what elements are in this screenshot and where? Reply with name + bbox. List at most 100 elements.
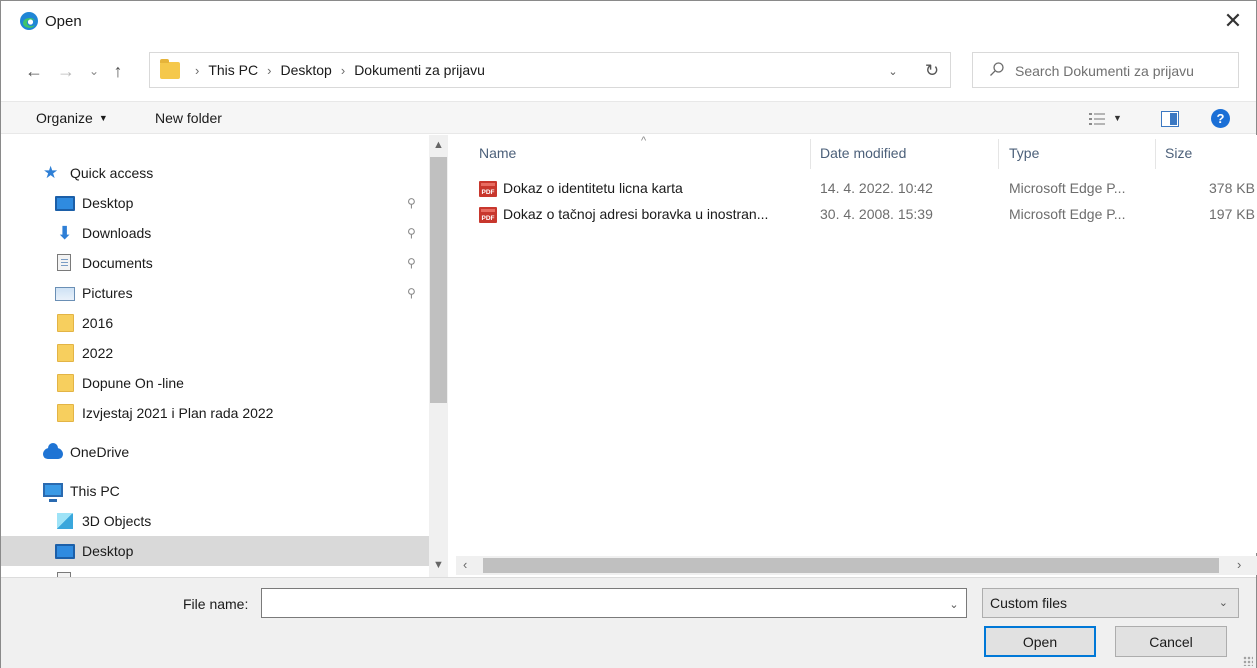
sidebar-item-label: This PC bbox=[70, 483, 120, 499]
folder-icon bbox=[160, 59, 180, 79]
file-row[interactable]: PDF Dokaz o identitetu licna karta 14. 4… bbox=[476, 176, 1257, 200]
breadcrumb-separator[interactable]: › bbox=[195, 63, 199, 78]
sidebar-item-quick-access[interactable]: ★ Quick access bbox=[1, 158, 429, 188]
column-header-date-modified[interactable]: Date modified bbox=[820, 145, 906, 161]
open-button[interactable]: Open bbox=[984, 626, 1096, 657]
svg-text:PDF: PDF bbox=[482, 215, 495, 222]
file-list-horizontal-scrollbar[interactable]: ‹ › bbox=[456, 556, 1257, 575]
cancel-button[interactable]: Cancel bbox=[1115, 626, 1227, 657]
computer-icon bbox=[43, 483, 63, 502]
preview-pane-button[interactable] bbox=[1161, 111, 1179, 127]
breadcrumb-this-pc[interactable]: This PC bbox=[208, 62, 258, 78]
pin-icon[interactable]: ⚲ bbox=[407, 256, 416, 270]
organize-label: Organize bbox=[36, 110, 93, 126]
sidebar-item-label: Quick access bbox=[70, 165, 154, 181]
close-icon: ✕ bbox=[1223, 8, 1243, 33]
scroll-up-arrow-icon[interactable]: ▲ bbox=[433, 139, 444, 151]
file-name: Dokaz o identitetu licna karta bbox=[503, 180, 683, 196]
close-button[interactable]: ✕ bbox=[1210, 1, 1256, 41]
search-input[interactable] bbox=[1015, 60, 1235, 82]
file-row[interactable]: PDF Dokaz o tačnoj adresi boravka u inos… bbox=[476, 202, 1257, 226]
address-bar[interactable]: › This PC › Desktop › Dokumenti za prija… bbox=[149, 52, 951, 88]
edge-app-icon bbox=[20, 12, 38, 30]
sidebar-item-desktop[interactable]: Desktop ⚲ bbox=[1, 188, 429, 218]
pin-icon[interactable]: ⚲ bbox=[407, 196, 416, 210]
svg-text:PDF: PDF bbox=[482, 189, 495, 196]
star-icon: ★ bbox=[43, 163, 59, 182]
sidebar-item-label: Izvjestaj 2021 i Plan rada 2022 bbox=[82, 405, 274, 421]
file-date-modified: 14. 4. 2022. 10:42 bbox=[820, 180, 933, 196]
scroll-right-arrow-icon[interactable]: › bbox=[1237, 557, 1241, 572]
sidebar-item-label: Desktop bbox=[82, 195, 134, 211]
sidebar-item-label: Pictures bbox=[82, 285, 133, 301]
file-name-label: File name: bbox=[183, 596, 249, 612]
download-icon: ⬇ bbox=[57, 223, 73, 243]
sidebar-item-pictures[interactable]: Pictures ⚲ bbox=[1, 278, 429, 308]
back-arrow-icon: ← bbox=[25, 60, 43, 81]
search-box[interactable] bbox=[972, 52, 1239, 88]
file-type-select[interactable]: Custom files ⌄ bbox=[982, 588, 1239, 618]
caret-down-icon: ▼ bbox=[1113, 113, 1122, 123]
forward-button[interactable]: → bbox=[53, 59, 79, 83]
pictures-icon bbox=[55, 287, 75, 301]
scroll-left-arrow-icon[interactable]: ‹ bbox=[463, 557, 467, 572]
refresh-icon: ↻ bbox=[924, 61, 940, 80]
file-name-dropdown-button[interactable]: ⌄ bbox=[945, 595, 963, 613]
breadcrumb-current-folder[interactable]: Dokumenti za prijavu bbox=[354, 62, 485, 78]
sidebar-item-documents[interactable]: Documents ⚲ bbox=[1, 248, 429, 278]
recent-locations-button[interactable]: ⌄ bbox=[85, 59, 103, 83]
pdf-file-icon: PDF bbox=[479, 181, 497, 197]
sidebar-item-3d-objects[interactable]: 3D Objects bbox=[1, 506, 429, 536]
desktop-icon bbox=[55, 196, 75, 211]
folder-icon bbox=[57, 314, 74, 332]
sidebar-item-label: 2016 bbox=[82, 315, 114, 331]
sidebar-item-label: 2022 bbox=[82, 345, 114, 361]
sidebar-item-2022[interactable]: 2022 bbox=[1, 338, 429, 368]
breadcrumb-desktop[interactable]: Desktop bbox=[280, 62, 331, 78]
pin-icon[interactable]: ⚲ bbox=[407, 226, 416, 240]
navigation-pane-scrollbar[interactable]: ▲ ▼ bbox=[429, 135, 448, 579]
sidebar-item-label: Downloads bbox=[82, 225, 152, 241]
file-date-modified: 30. 4. 2008. 15:39 bbox=[820, 206, 933, 222]
file-type: Microsoft Edge P... bbox=[1009, 180, 1126, 196]
file-name-input[interactable] bbox=[266, 593, 936, 613]
file-name-combobox[interactable]: ⌄ bbox=[261, 588, 967, 618]
up-button[interactable]: ↑ bbox=[105, 59, 131, 83]
navigation-pane: ★ Quick access Desktop ⚲ ⬇ Downloads ⚲ D… bbox=[1, 135, 448, 579]
column-header-size[interactable]: Size bbox=[1165, 145, 1192, 161]
chevron-down-icon: ⌄ bbox=[1218, 597, 1228, 609]
sidebar-item-dopune-on-line[interactable]: Dopune On -line bbox=[1, 368, 429, 398]
column-header-name[interactable]: Name bbox=[479, 145, 516, 161]
desktop-icon bbox=[55, 544, 75, 559]
sidebar-item-this-pc[interactable]: This PC bbox=[1, 476, 429, 506]
caret-down-icon: ▼ bbox=[98, 113, 108, 123]
breadcrumb-separator[interactable]: › bbox=[267, 63, 271, 78]
column-header-type[interactable]: Type bbox=[1009, 145, 1039, 161]
column-divider[interactable] bbox=[810, 139, 811, 169]
scroll-down-arrow-icon[interactable]: ▼ bbox=[433, 559, 444, 571]
back-button[interactable]: ← bbox=[21, 59, 47, 83]
scrollbar-thumb[interactable] bbox=[483, 558, 1219, 573]
pin-icon[interactable]: ⚲ bbox=[407, 286, 416, 300]
column-divider[interactable] bbox=[1155, 139, 1156, 169]
breadcrumb-separator[interactable]: › bbox=[341, 63, 345, 78]
sidebar-item-label: Dopune On -line bbox=[82, 375, 184, 391]
resize-grip-icon[interactable] bbox=[1243, 656, 1253, 666]
sidebar-item-onedrive[interactable]: OneDrive bbox=[1, 437, 429, 467]
new-folder-button[interactable]: New folder bbox=[155, 110, 222, 126]
window-title: Open bbox=[45, 13, 82, 30]
dialog-footer: File name: ⌄ Custom files ⌄ Open Cancel bbox=[1, 577, 1256, 668]
sidebar-item-desktop-selected[interactable]: Desktop bbox=[1, 536, 429, 566]
organize-menu-button[interactable]: Organize ▼ bbox=[36, 110, 108, 126]
change-view-button[interactable]: ▼ bbox=[1089, 110, 1129, 128]
refresh-button[interactable]: ↻ bbox=[920, 59, 944, 83]
column-divider[interactable] bbox=[998, 139, 999, 169]
sidebar-item-downloads[interactable]: ⬇ Downloads ⚲ bbox=[1, 218, 429, 248]
address-dropdown-button[interactable]: ⌄ bbox=[883, 61, 903, 81]
sidebar-item-izvjestaj[interactable]: Izvjestaj 2021 i Plan rada 2022 bbox=[1, 398, 429, 428]
sidebar-item-2016[interactable]: 2016 bbox=[1, 308, 429, 338]
breadcrumb: › This PC › Desktop › Dokumenti za prija… bbox=[186, 62, 485, 78]
help-button[interactable]: ? bbox=[1211, 109, 1230, 128]
folder-icon bbox=[57, 344, 74, 362]
scrollbar-thumb[interactable] bbox=[430, 157, 447, 403]
